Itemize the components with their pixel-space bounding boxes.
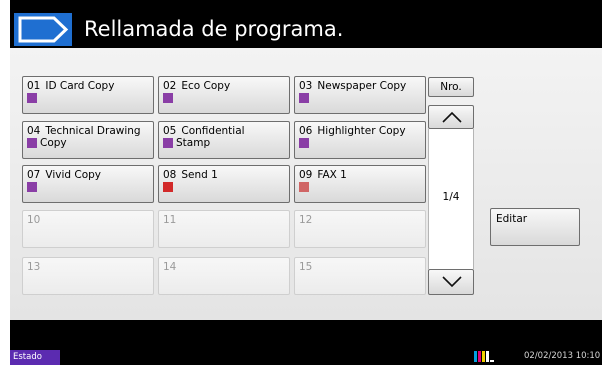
- page-indicator: 1/4: [442, 191, 460, 203]
- program-button-03[interactable]: 03 Newspaper Copy: [294, 76, 426, 114]
- copy-icon: [27, 93, 37, 103]
- program-button-02[interactable]: 02 Eco Copy: [158, 76, 290, 114]
- copy-icon: [163, 138, 173, 148]
- sort-by-number-button[interactable]: Nro.: [428, 77, 474, 97]
- program-button-08[interactable]: 08 Send 1: [158, 165, 290, 203]
- program-slot-11[interactable]: 11: [158, 210, 290, 248]
- copy-icon: [299, 138, 309, 148]
- copy-icon: [27, 182, 37, 192]
- scroll-up-button[interactable]: [428, 105, 474, 129]
- header-bar: Rellamada de programa.: [10, 10, 602, 48]
- program-slot-15[interactable]: 15: [294, 257, 426, 295]
- scroll-down-button[interactable]: [428, 269, 474, 295]
- program-slot-13[interactable]: 13: [22, 257, 154, 295]
- page-title: Rellamada de programa.: [84, 17, 344, 41]
- status-bar: Estado 02/02/2013 10:10: [10, 347, 602, 365]
- status-button[interactable]: Estado: [10, 350, 60, 365]
- copy-icon: [163, 93, 173, 103]
- fax-icon: [299, 182, 309, 192]
- edit-button[interactable]: Editar: [490, 208, 580, 246]
- program-recall-icon: [14, 13, 72, 46]
- program-button-09[interactable]: 09 FAX 1: [294, 165, 426, 203]
- send-icon: [163, 182, 173, 192]
- copy-icon: [299, 93, 309, 103]
- program-button-07[interactable]: 07 Vivid Copy: [22, 165, 154, 203]
- program-button-06[interactable]: 06 Highlighter Copy: [294, 121, 426, 159]
- chevron-down-icon: [442, 276, 462, 288]
- program-slot-10[interactable]: 10: [22, 210, 154, 248]
- program-button-01[interactable]: 01 ID Card Copy: [22, 76, 154, 114]
- copy-icon: [27, 138, 37, 148]
- date-time: 02/02/2013 10:10: [524, 351, 601, 361]
- chevron-up-icon: [442, 111, 462, 123]
- program-button-05[interactable]: 05 Confidential Stamp: [158, 121, 290, 159]
- toner-level-icon: [474, 351, 494, 362]
- panel-screen: Rellamada de programa. 01 ID Card Copy 02…: [10, 0, 602, 365]
- scroll-track[interactable]: 1/4: [428, 129, 474, 269]
- program-slot-14[interactable]: 14: [158, 257, 290, 295]
- main-panel: 01 ID Card Copy 02 Eco Copy 03 Newspaper Co…: [10, 48, 602, 320]
- program-slot-12[interactable]: 12: [294, 210, 426, 248]
- program-button-04[interactable]: 04 Technical Drawing Copy: [22, 121, 154, 159]
